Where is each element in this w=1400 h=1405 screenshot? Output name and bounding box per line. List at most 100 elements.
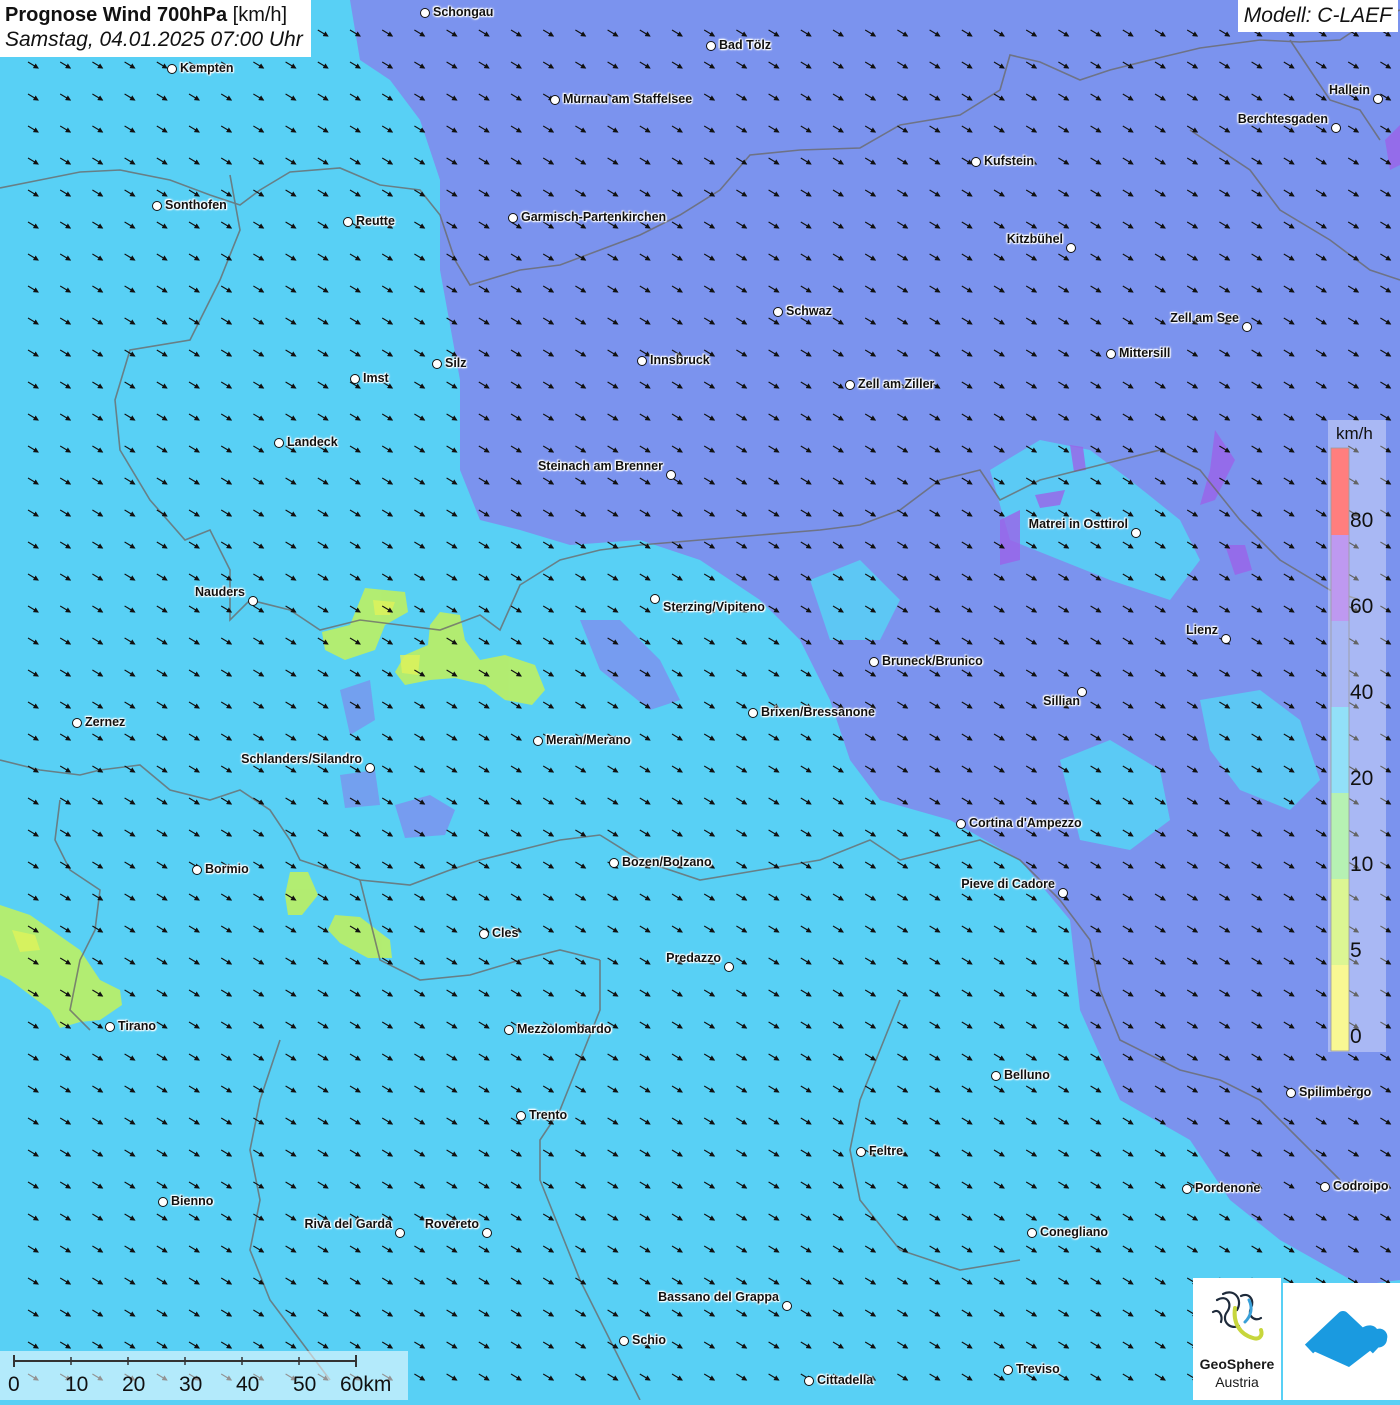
city-label: Conegliano [1040, 1225, 1109, 1239]
city-dot-icon [72, 718, 82, 728]
city-dot-icon [395, 1228, 405, 1238]
title-main: Prognose Wind 700hPa [5, 4, 228, 26]
city-dot-icon [1286, 1088, 1296, 1098]
city-dot-icon [1027, 1228, 1037, 1238]
city-dot-icon [105, 1022, 115, 1032]
city-label: Bruneck/Brunico [882, 654, 983, 668]
geosphere-logo-icon [1211, 1291, 1264, 1341]
city-label: Sonthofen [165, 198, 227, 212]
city-label: Innsbruck [650, 353, 710, 367]
legend-unit: km/h [1336, 424, 1373, 443]
city-dot-icon [1182, 1184, 1192, 1194]
city-dot-icon [550, 95, 560, 105]
legend-tick-label: 20 [1350, 767, 1374, 790]
city-label: Reutte [356, 214, 395, 228]
city-dot-icon [706, 41, 716, 51]
city-dot-icon [482, 1228, 492, 1238]
city-label: Sterzing/Vipiteno [663, 600, 765, 614]
city-label: Trento [529, 1108, 568, 1122]
city-dot-icon [1003, 1365, 1013, 1375]
city-label: Schio [632, 1333, 667, 1347]
legend-tick-label: 60 [1350, 595, 1374, 618]
city-dot-icon [609, 858, 619, 868]
city-label: Silz [445, 356, 467, 370]
wind-field-40-60-pocket [340, 770, 380, 808]
city-dot-icon [274, 438, 284, 448]
city-label: Landeck [287, 435, 338, 449]
scale-bar-label: 60km [340, 1373, 392, 1396]
legend-tick-label: 5 [1350, 939, 1362, 962]
city-label: Zell am See [1170, 311, 1239, 325]
legend-tick-label: 10 [1350, 853, 1374, 876]
city-label: Imst [363, 371, 389, 385]
city-dot-icon [1331, 123, 1341, 133]
scale-bar-label: 50 [293, 1373, 317, 1396]
city-label: Riva del Garda [304, 1217, 392, 1231]
cloud-logo[interactable] [1283, 1283, 1400, 1400]
city-label: Bienno [171, 1194, 214, 1208]
city-dot-icon [508, 213, 518, 223]
city-label: Nauders [194, 585, 245, 599]
city-dot-icon [1131, 528, 1141, 538]
scale-bar-label: 20 [122, 1373, 146, 1396]
city-dot-icon [1320, 1182, 1330, 1192]
city-label: Pieve di Cadore [961, 877, 1055, 891]
city-dot-icon [869, 657, 879, 667]
city-dot-icon [1221, 634, 1231, 644]
city-dot-icon [1373, 94, 1383, 104]
city-label: Pordenone [1195, 1181, 1261, 1195]
geosphere-logo[interactable]: GeoSphere Austria [1193, 1278, 1281, 1400]
city-label: Predazzo [666, 951, 721, 965]
city-label: Bassano del Grappa [658, 1290, 779, 1304]
city-label: Belluno [1004, 1068, 1050, 1082]
city-dot-icon [782, 1301, 792, 1311]
city-dot-icon [804, 1376, 814, 1386]
city-label: Hallein [1329, 83, 1370, 97]
city-label: Steinach am Brenner [537, 459, 663, 473]
city-label: Mezzolombardo [517, 1022, 612, 1036]
city-dot-icon [650, 594, 660, 604]
city-dot-icon [420, 8, 430, 18]
city-dot-icon [167, 64, 177, 74]
city-label: Treviso [1016, 1362, 1060, 1376]
city-dot-icon [350, 374, 360, 384]
city-dot-icon [1242, 322, 1252, 332]
city-label: Tirano [118, 1019, 156, 1033]
forecast-datetime: Samstag, 04.01.2025 07:00 Uhr [5, 28, 303, 51]
map-title-box: Prognose Wind 700hPa [km/h] Samstag, 04.… [0, 0, 311, 57]
legend-tick-label: 40 [1350, 681, 1374, 704]
city-dot-icon [516, 1111, 526, 1121]
city-label: Kempten [180, 61, 234, 75]
model-label: Modell: C-LAEF [1237, 0, 1398, 32]
city-dot-icon [845, 380, 855, 390]
city-label: Garmisch-Partenkirchen [521, 210, 667, 224]
scale-bar-label: 40 [236, 1373, 260, 1396]
city-dot-icon [192, 865, 202, 875]
city-dot-icon [343, 217, 353, 227]
city-dot-icon [856, 1147, 866, 1157]
city-dot-icon [504, 1025, 514, 1035]
city-label: Codroipo [1333, 1179, 1389, 1193]
legend-tick-label: 80 [1350, 509, 1374, 532]
city-dot-icon [479, 929, 489, 939]
city-label: Schwaz [786, 304, 832, 318]
city-dot-icon [1066, 243, 1076, 253]
city-label: Bormio [205, 862, 249, 876]
title-unit: [km/h] [232, 4, 288, 26]
city-label: Matrei in Osttirol [1028, 517, 1128, 531]
city-label: Cittadella [817, 1373, 874, 1387]
city-label: Cortina d'Ampezzo [969, 816, 1082, 830]
city-dot-icon [724, 962, 734, 972]
city-label: Bad Tölz [719, 38, 772, 52]
city-dot-icon [1058, 888, 1068, 898]
city-label: Berchtesgaden [1237, 112, 1328, 126]
city-label: Cles [492, 926, 519, 940]
city-label: Feltre [869, 1144, 904, 1158]
city-label: Lienz [1186, 623, 1218, 637]
legend-tick-label: 0 [1350, 1025, 1362, 1048]
geosphere-country: Austria [1215, 1374, 1259, 1390]
city-dot-icon [432, 359, 442, 369]
city-dot-icon [971, 157, 981, 167]
city-dot-icon [748, 708, 758, 718]
city-label: Brixen/Bressanone [761, 705, 875, 719]
